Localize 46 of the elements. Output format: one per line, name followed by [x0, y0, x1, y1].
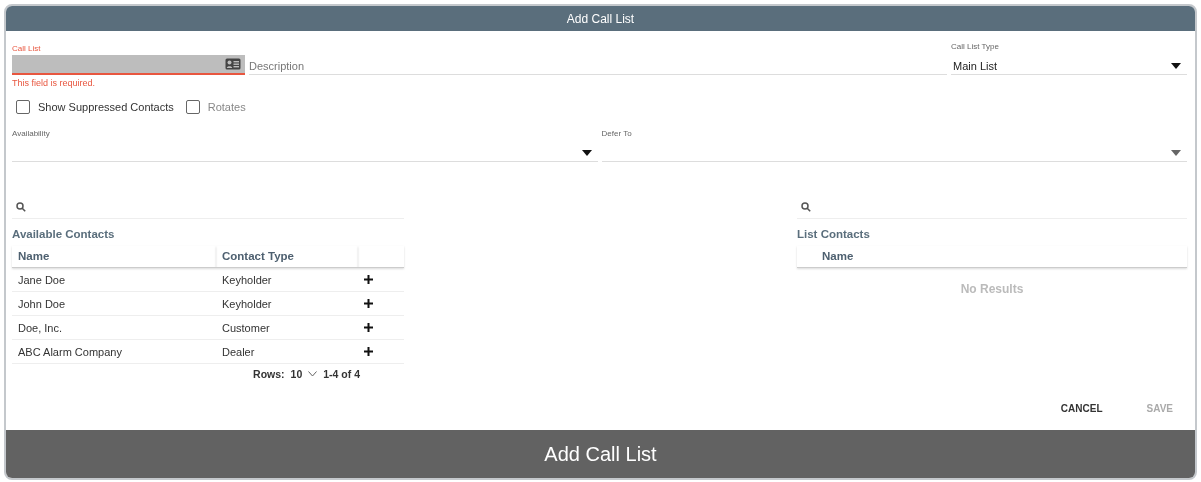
- table-cell: Doe, Inc.: [12, 315, 216, 340]
- error-message: This field is required.: [12, 78, 97, 88]
- dropdown-caret-icon: [1171, 149, 1181, 156]
- column-header: Contact Type: [216, 246, 358, 268]
- field-label: Availability: [12, 128, 51, 140]
- checkbox[interactable]: [16, 100, 30, 114]
- table-cell: Jane Doe: [12, 267, 216, 292]
- chevron-down-icon[interactable]: [308, 371, 318, 377]
- dialog-title: Add Call List: [566, 11, 635, 26]
- field-label: Call List: [12, 43, 42, 55]
- description-field[interactable]: Description: [249, 53, 947, 75]
- checkbox-label: Show Suppressed Contacts: [38, 101, 174, 113]
- plus-icon: [364, 347, 373, 356]
- search-icon: [801, 202, 811, 212]
- dropdown-caret-icon: [1171, 62, 1181, 69]
- field-label: Call List Type: [951, 41, 1000, 53]
- checkbox-label: Rotates: [207, 101, 246, 113]
- table-cell: Customer: [216, 315, 358, 340]
- table-cell: John Doe: [12, 291, 216, 316]
- add-button[interactable]: [364, 321, 373, 333]
- table-cell: ABC Alarm Company: [12, 339, 216, 364]
- column-header: Name: [797, 246, 1187, 268]
- plus-icon: [364, 299, 373, 308]
- search-icon: [16, 202, 26, 212]
- call-list-input[interactable]: [12, 55, 245, 75]
- plus-icon: [364, 323, 373, 332]
- table-cell: Keyholder: [216, 291, 358, 316]
- call-list-type-select[interactable]: Main List: [951, 53, 1187, 75]
- page-range: 1-4 of 4: [323, 368, 360, 380]
- rows-per-page-select[interactable]: 10: [290, 368, 303, 380]
- table-cell: Keyholder: [216, 267, 358, 292]
- add-button[interactable]: [364, 297, 373, 309]
- empty-message: No Results: [959, 282, 1025, 296]
- dropdown-caret-icon: [581, 149, 592, 156]
- table-cell: Dealer: [216, 339, 358, 364]
- add-button[interactable]: [364, 345, 373, 357]
- contact-card-icon: [225, 58, 241, 70]
- panel-title: Available Contacts: [12, 228, 116, 240]
- add-button[interactable]: [364, 273, 373, 285]
- footer-title: Add Call List: [544, 442, 657, 466]
- plus-icon: [364, 275, 373, 284]
- rows-label: Rows:: [253, 368, 285, 380]
- dialog-button[interactable]: CANCEL: [1050, 399, 1113, 418]
- panel-title: List Contacts: [797, 228, 871, 240]
- column-header: Name: [12, 246, 216, 268]
- field-label: Defer To: [601, 128, 633, 140]
